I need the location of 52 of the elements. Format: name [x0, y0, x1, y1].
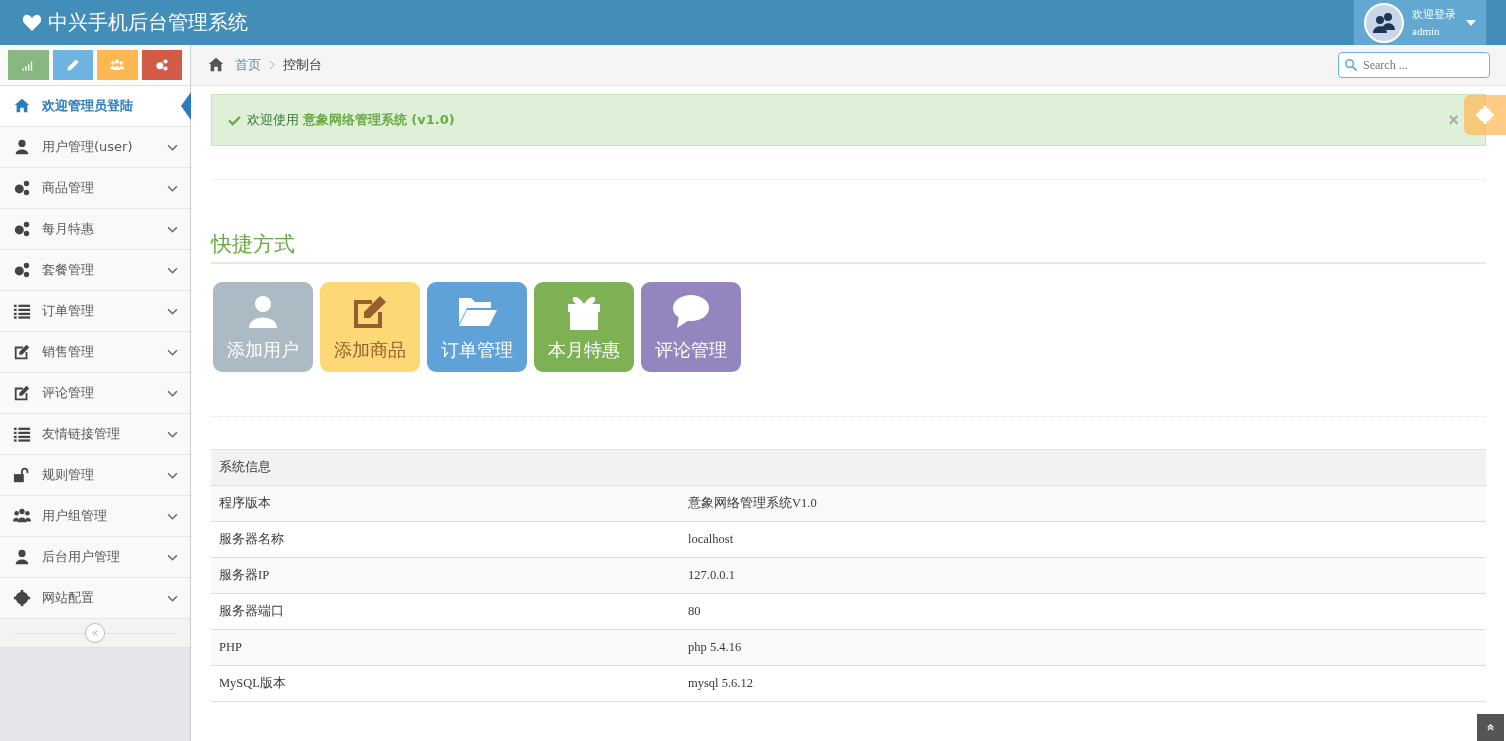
- edit-icon: [13, 384, 31, 402]
- table-header: 系统信息: [211, 449, 1486, 486]
- caret-icon: [1466, 19, 1476, 26]
- avatar-icon: [1364, 2, 1404, 43]
- gears-shortcut-button[interactable]: [141, 50, 182, 80]
- app-title: 中兴手机后台管理系统: [48, 9, 248, 36]
- double-chevron-left-icon: [91, 629, 99, 637]
- table-cell: 服务器端口: [211, 593, 680, 630]
- search-icon: [1344, 58, 1358, 72]
- breadcrumb-current: 控制台: [283, 56, 322, 74]
- table-cell: PHP: [211, 629, 680, 666]
- table-cell: 程序版本: [211, 485, 680, 522]
- section-heading: 快捷方式: [211, 230, 1486, 264]
- double-chevron-up-icon: [1486, 723, 1495, 732]
- user-icon: [13, 548, 31, 566]
- table-cell: 服务器IP: [211, 557, 680, 594]
- scroll-to-top-button[interactable]: [1477, 714, 1504, 741]
- welcome-message: 欢迎使用 意象网络管理系统 (v1.0): [247, 111, 456, 129]
- active-arrow-icon: [181, 92, 191, 120]
- settings-button[interactable]: [1464, 95, 1506, 135]
- table-cell: mysql 5.6.12: [680, 665, 1486, 702]
- table-cell: 意象网络管理系统V1.0: [680, 485, 1486, 522]
- gear-icon: [1475, 105, 1495, 125]
- breadcrumb-separator: [269, 60, 275, 70]
- search-field[interactable]: Search ...: [1338, 52, 1490, 78]
- table-cell: 服务器名称: [211, 521, 680, 558]
- signal-shortcut-button[interactable]: [8, 50, 49, 80]
- shortcut-tile[interactable]: 添加商品: [320, 282, 420, 372]
- unlock-icon: [13, 466, 31, 484]
- user-greeting: 欢迎登录: [1412, 6, 1457, 23]
- table-cell: 80: [680, 593, 1486, 630]
- gear-icon: [13, 589, 31, 607]
- list-icon: [13, 302, 31, 320]
- user-icon: [13, 138, 31, 156]
- heart-icon: [22, 13, 42, 32]
- home-icon: [207, 56, 225, 74]
- edit-icon: [13, 343, 31, 361]
- pencil-shortcut-button[interactable]: [52, 50, 93, 80]
- users-icon: [13, 507, 31, 525]
- check-icon: [228, 114, 241, 126]
- user-name: admin: [1412, 23, 1441, 39]
- table-cell: php 5.4.16: [680, 629, 1486, 666]
- users-shortcut-button[interactable]: [97, 50, 138, 80]
- list-icon: [13, 425, 31, 443]
- home-icon: [13, 97, 31, 115]
- collapse-sidebar-button[interactable]: [85, 623, 105, 643]
- pencil-icon: [65, 58, 80, 72]
- users-icon: [110, 58, 125, 72]
- table-cell: 127.0.0.1: [680, 557, 1486, 594]
- sidebar-item[interactable]: 欢迎管理员登陆: [0, 86, 190, 127]
- table-cell: localhost: [680, 521, 1486, 558]
- table-cell: MySQL版本: [211, 665, 680, 702]
